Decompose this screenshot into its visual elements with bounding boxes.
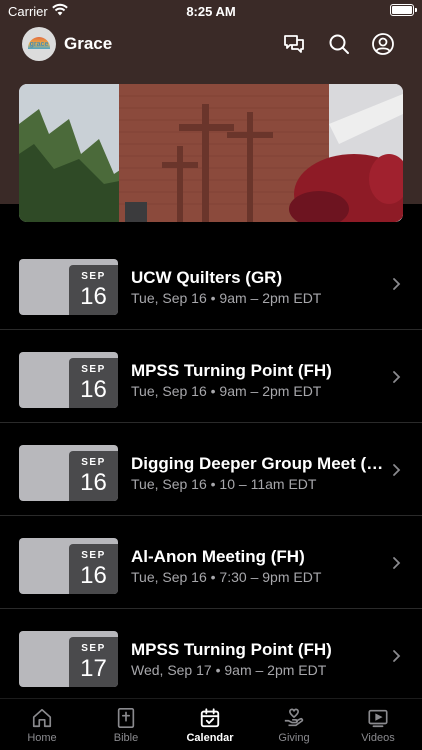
event-meta: Tue, Sep 16 • 10 – 11am EDT	[131, 476, 317, 492]
date-tile: SEP 17	[19, 631, 118, 687]
event-title: Al-Anon Meeting (FH)	[131, 547, 305, 566]
event-month: SEP	[81, 271, 106, 282]
chat-icon[interactable]	[282, 32, 306, 56]
chevron-right-icon	[392, 463, 401, 477]
event-day: 16	[80, 283, 107, 310]
date-tile: SEP 16	[19, 259, 118, 315]
date-badge: SEP 16	[69, 544, 118, 594]
church-logo-avatar[interactable]: grace	[22, 27, 56, 61]
event-meta: Tue, Sep 16 • 7:30 – 9pm EDT	[131, 569, 322, 585]
chevron-right-icon	[392, 277, 401, 291]
home-icon	[32, 708, 52, 728]
tab-bible[interactable]: Bible	[84, 707, 168, 744]
event-title: Digging Deeper Group Meet (L...	[131, 454, 385, 473]
app-title: Grace	[64, 34, 113, 53]
event-row[interactable]: SEP 17 MPSS Turning Point (FH) Wed, Sep …	[0, 609, 422, 702]
event-title: UCW Quilters (GR)	[131, 268, 283, 287]
tab-calendar[interactable]: Calendar	[168, 707, 252, 744]
event-month: SEP	[81, 550, 106, 561]
event-row[interactable]: SEP 16 Al-Anon Meeting (FH) Tue, Sep 16 …	[0, 516, 422, 609]
event-day: 17	[80, 655, 107, 682]
event-meta: Tue, Sep 16 • 9am – 2pm EDT	[131, 383, 322, 399]
tab-label: Home	[27, 732, 57, 744]
date-tile: SEP 16	[19, 445, 118, 501]
chevron-right-icon	[392, 370, 401, 384]
date-badge: SEP 16	[69, 358, 118, 408]
date-tile: SEP 16	[19, 352, 118, 408]
event-month: SEP	[81, 364, 106, 375]
tab-videos[interactable]: Videos	[336, 707, 420, 744]
event-title: MPSS Turning Point (FH)	[131, 640, 332, 659]
logo-word: grace	[29, 41, 49, 48]
event-row[interactable]: SEP 16 Digging Deeper Group Meet (L... T…	[0, 423, 422, 516]
event-title: MPSS Turning Point (FH)	[131, 361, 332, 380]
tab-label: Videos	[361, 732, 395, 744]
event-day: 16	[80, 469, 107, 496]
chevron-right-icon	[392, 556, 401, 570]
event-row[interactable]: SEP 16 MPSS Turning Point (FH) Tue, Sep …	[0, 330, 422, 423]
event-meta: Tue, Sep 16 • 9am – 2pm EDT	[131, 290, 322, 306]
event-row[interactable]: SEP 16 UCW Quilters (GR) Tue, Sep 16 • 9…	[0, 237, 422, 330]
calendar-icon	[200, 708, 220, 728]
date-badge: SEP 16	[69, 265, 118, 315]
date-badge: SEP 16	[69, 451, 118, 501]
bible-icon	[117, 708, 135, 728]
account-icon[interactable]	[371, 32, 395, 56]
tab-home[interactable]: Home	[0, 707, 84, 744]
event-day: 16	[80, 562, 107, 589]
status-time: 8:25 AM	[186, 4, 236, 19]
tab-bar: Home Bible Calendar Giving Videos	[0, 698, 422, 750]
battery-icon	[390, 4, 417, 16]
videos-icon	[368, 709, 388, 728]
search-icon[interactable]	[327, 32, 351, 56]
church-banner-image	[19, 84, 403, 222]
event-meta: Wed, Sep 17 • 9am – 2pm EDT	[131, 662, 327, 678]
tab-label: Calendar	[186, 732, 234, 744]
chevron-right-icon	[392, 649, 401, 663]
event-month: SEP	[81, 457, 106, 468]
status-bar: Carrier 8:25 AM	[0, 0, 422, 24]
date-badge: SEP 17	[69, 637, 118, 687]
date-tile: SEP 16	[19, 538, 118, 594]
tab-label: Giving	[278, 732, 310, 744]
app-header: grace Grace	[0, 26, 422, 62]
event-day: 16	[80, 376, 107, 403]
event-list: SEP 16 UCW Quilters (GR) Tue, Sep 16 • 9…	[0, 237, 422, 702]
event-month: SEP	[81, 643, 106, 654]
tab-giving[interactable]: Giving	[252, 707, 336, 744]
giving-icon	[284, 708, 304, 727]
tab-label: Bible	[113, 732, 139, 744]
